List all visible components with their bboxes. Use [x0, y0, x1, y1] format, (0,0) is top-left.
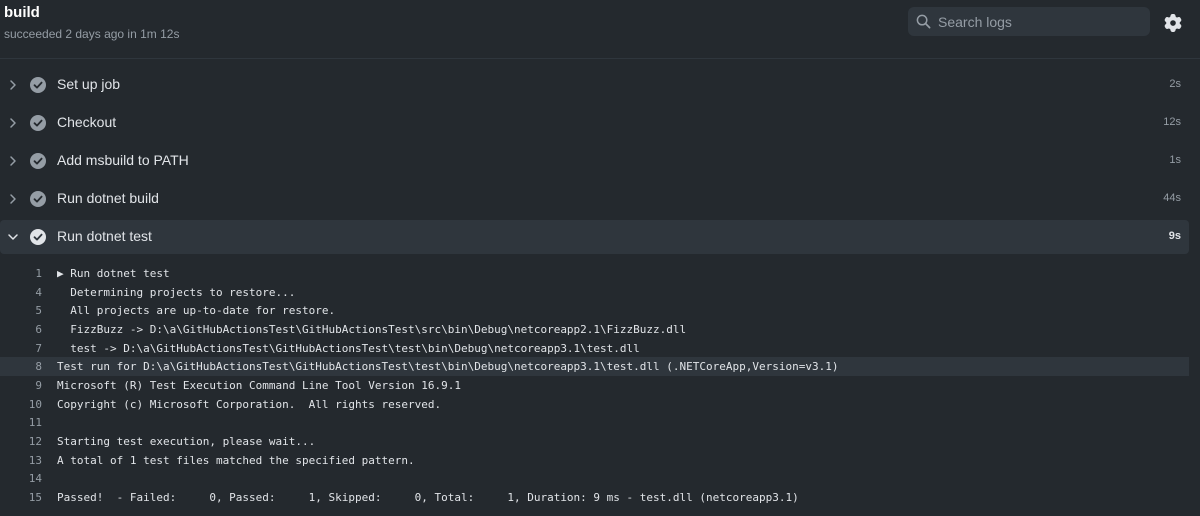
line-number[interactable]: 13 [0, 454, 42, 467]
step-run-dotnet-build[interactable]: Run dotnet build 44s [0, 182, 1189, 216]
step-duration: 9s [1168, 230, 1181, 242]
line-number[interactable]: 14 [0, 472, 42, 485]
gear-icon[interactable] [1164, 14, 1182, 32]
log-text: Copyright (c) Microsoft Corporation. All… [57, 397, 442, 411]
step-set-up-job[interactable]: Set up job 2s [0, 68, 1189, 102]
log-text: test -> D:\a\GitHubActionsTest\GitHubAct… [57, 341, 640, 355]
line-number[interactable]: 8 [0, 360, 42, 373]
log-text[interactable]: ▶ Run dotnet test [57, 267, 170, 280]
step-label: Run dotnet test [57, 228, 152, 244]
log-text: Microsoft (R) Test Execution Command Lin… [57, 378, 461, 392]
log-line: 9 Microsoft (R) Test Execution Command Li… [0, 376, 1189, 395]
step-duration: 1s [1169, 154, 1181, 166]
log-text: Test run for D:\a\GitHubActionsTest\GitH… [57, 360, 839, 374]
check-circle-icon [30, 115, 46, 131]
chevron-right-icon [10, 118, 16, 128]
chevron-right-icon [10, 156, 16, 166]
job-status: succeeded 2 days ago in 1m 12s [4, 27, 180, 41]
line-number[interactable]: 7 [0, 342, 42, 355]
step-label: Checkout [57, 114, 117, 130]
log-line: 12 Starting test execution, please wait..… [0, 432, 1189, 451]
job-header: build succeeded 2 days ago in 1m 12s [0, 0, 1200, 59]
log-line: 5 All projects are up-to-date for restor… [0, 301, 1189, 320]
search-box[interactable] [908, 7, 1150, 36]
check-circle-icon [30, 229, 46, 245]
log-line: 7 test -> D:\a\GitHubActionsTest\GitHubA… [0, 339, 1189, 358]
log-text: Passed! - Failed: 0, Passed: 1, Skipped:… [57, 490, 799, 504]
log-line-highlighted: 8 Test run for D:\a\GitHubActionsTest\Git… [0, 357, 1189, 376]
line-number[interactable]: 5 [0, 304, 42, 317]
log-text: Starting test execution, please wait... [57, 434, 316, 448]
line-number[interactable]: 12 [0, 435, 42, 448]
log-text: All projects are up-to-date for restore. [57, 304, 336, 318]
step-duration: 44s [1163, 192, 1181, 204]
line-number[interactable]: 6 [0, 323, 42, 336]
line-number[interactable]: 15 [0, 491, 42, 504]
log-text: Determining projects to restore... [57, 285, 296, 299]
log-line: 14 [0, 469, 1189, 488]
log-line: 10 Copyright (c) Microsoft Corporation. A… [0, 395, 1189, 414]
log-line: 15 Passed! - Failed: 0, Passed: 1, Skippe… [0, 488, 1189, 507]
log-text: FizzBuzz -> D:\a\GitHubActionsTest\GitHu… [57, 322, 687, 336]
step-label: Add msbuild to PATH [57, 152, 189, 168]
log-output: 1 ▶ Run dotnet test 4 Determining project… [0, 264, 1189, 507]
log-text: A total of 1 test files matched the spec… [57, 453, 415, 467]
search-input[interactable] [938, 7, 1143, 36]
chevron-right-icon [10, 80, 16, 90]
log-line: 4 Determining projects to restore... [0, 283, 1189, 302]
line-number[interactable]: 4 [0, 286, 42, 299]
step-label: Set up job [57, 76, 121, 92]
chevron-right-icon [10, 194, 16, 204]
log-line: 6 FizzBuzz -> D:\a\GitHubActionsTest\Git… [0, 320, 1189, 339]
chevron-down-icon [8, 234, 18, 240]
step-duration: 12s [1163, 116, 1181, 128]
line-number[interactable]: 1 [0, 267, 42, 280]
line-number[interactable]: 9 [0, 379, 42, 392]
step-label: Run dotnet build [57, 190, 159, 206]
log-line[interactable]: 1 ▶ Run dotnet test [0, 264, 1189, 283]
line-number[interactable]: 10 [0, 398, 42, 411]
step-run-dotnet-test[interactable]: Run dotnet test 9s [0, 220, 1189, 254]
line-number[interactable]: 11 [0, 416, 42, 429]
check-circle-icon [30, 153, 46, 169]
step-add-msbuild[interactable]: Add msbuild to PATH 1s [0, 144, 1189, 178]
check-circle-icon [30, 77, 46, 93]
check-circle-icon [30, 191, 46, 207]
step-duration: 2s [1169, 78, 1181, 90]
search-icon [916, 14, 931, 29]
job-title: build [4, 4, 40, 21]
log-line: 13 A total of 1 test files matched the sp… [0, 451, 1189, 470]
step-checkout[interactable]: Checkout 12s [0, 106, 1189, 140]
log-line: 11 [0, 413, 1189, 432]
